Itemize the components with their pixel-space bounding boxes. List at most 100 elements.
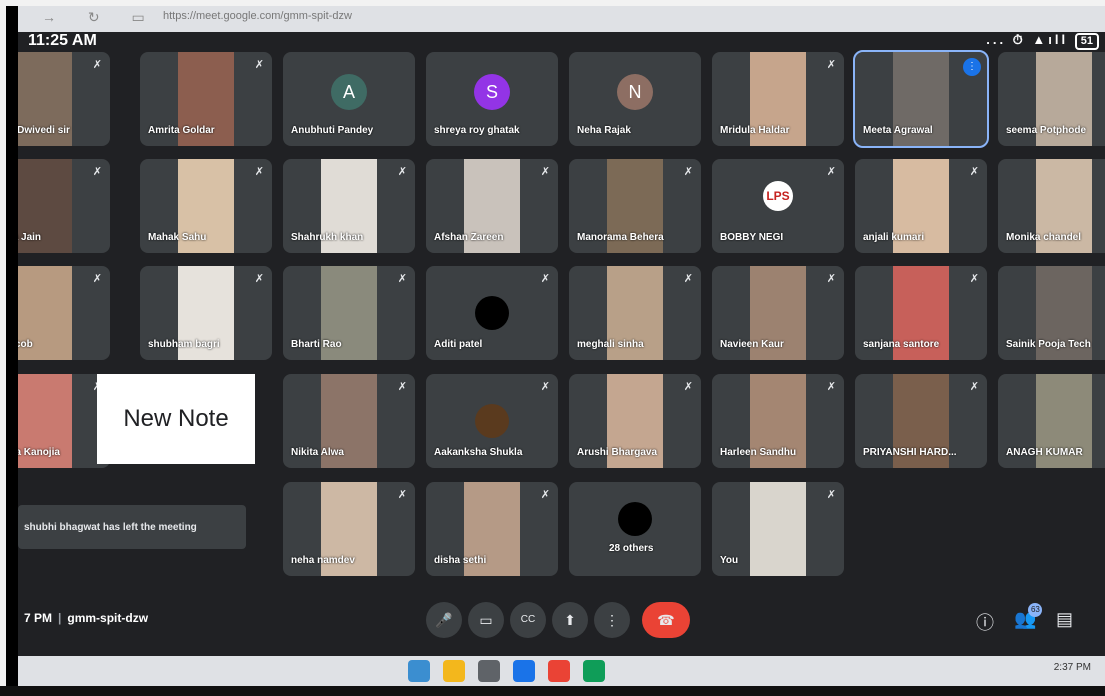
participant-name: ANAGH KUMAR: [1006, 447, 1083, 458]
participant-tile[interactable]: ✗ meghali sinha: [569, 266, 701, 360]
mic-button[interactable]: 🎤: [426, 602, 462, 638]
captions-button[interactable]: CC: [510, 602, 546, 638]
participant-tile[interactable]: ✗Monika chandel: [998, 159, 1105, 253]
participant-tile[interactable]: ⋮ Meeta Agrawal: [853, 50, 989, 148]
participant-tile[interactable]: ✗ sanjana santore: [855, 266, 987, 360]
participant-avatar: A: [331, 74, 367, 110]
participant-tile[interactable]: ✗Sainik Pooja Tech: [998, 266, 1105, 360]
participant-tile[interactable]: ✗ dhi Jacob: [18, 266, 110, 360]
participant-tile[interactable]: ✗ You: [712, 482, 844, 576]
participant-tile[interactable]: ✗ Navieen Kaur: [712, 266, 844, 360]
participant-name: Aakanksha Shukla: [434, 447, 523, 458]
participant-avatar: [475, 404, 509, 438]
mic-off-icon: ✗: [540, 489, 550, 501]
participant-tile[interactable]: ✗ Aakanksha Shukla: [426, 374, 558, 468]
mic-off-icon: ✗: [92, 59, 102, 71]
left-meeting-toast: shubhi bhagwat has left the meeting: [18, 505, 246, 549]
participant-tile[interactable]: ✗ Nikita Alwa: [283, 374, 415, 468]
participant-name: eepak Dwivedi sir: [18, 125, 70, 136]
participant-avatar: [475, 296, 509, 330]
participant-tile[interactable]: ✗ Aditi patel: [426, 266, 558, 360]
battery-icon: 51: [1074, 33, 1099, 50]
participant-name: sanjana santore: [863, 339, 940, 350]
present-button[interactable]: ⬆: [552, 602, 588, 638]
speaking-indicator-icon: ⋮: [963, 58, 981, 76]
meeting-time: 7 PM: [24, 611, 53, 625]
end-call-button[interactable]: ☎: [642, 602, 690, 638]
info-icon[interactable]: ⓘ: [976, 609, 994, 635]
people-icon[interactable]: 👥 63: [1014, 603, 1043, 630]
participant-name: Mridula Haldar: [720, 125, 790, 136]
participant-tile[interactable]: ✗ Harleen Sandhu: [712, 374, 844, 468]
mic-off-icon: ✗: [397, 489, 407, 501]
browser-nav-icons[interactable]: → ↻ ▭: [42, 9, 159, 26]
mic-off-icon: ✗: [540, 381, 550, 393]
meeting-separator: |: [58, 611, 62, 625]
participant-tile[interactable]: ✗ eepak Dwivedi sir: [18, 52, 110, 146]
participant-tile[interactable]: ✗ Arushi Bhargava: [569, 374, 701, 468]
participant-tile[interactable]: ✗ PRIYANSHI HARD...: [855, 374, 987, 468]
mic-off-icon: ✗: [826, 273, 836, 285]
mic-off-icon: ✗: [683, 381, 693, 393]
more-icon: ⋮: [605, 612, 619, 628]
taskbar-app-icon[interactable]: [443, 660, 465, 682]
new-note-popup[interactable]: New Note: [97, 374, 255, 464]
mic-off-icon: ✗: [826, 59, 836, 71]
meeting-info: 7 PM | gmm-spit-dzw: [24, 611, 148, 625]
participant-name: Monika chandel: [1006, 232, 1082, 243]
participant-tile[interactable]: ✗ Manorama Behera: [569, 159, 701, 253]
participant-name: Bharti Rao: [291, 339, 342, 350]
participant-tile[interactable]: ✗ANAGH KUMAR: [998, 374, 1105, 468]
taskbar-app-icon[interactable]: [583, 660, 605, 682]
participant-name: Amrita Goldar: [148, 125, 215, 136]
participant-name: Harleen Sandhu: [720, 447, 797, 458]
participant-tile[interactable]: ✗seema Potphode: [998, 52, 1105, 146]
participant-name: meghali sinha: [577, 339, 644, 350]
participant-tile[interactable]: ✗ Mridula Haldar: [712, 52, 844, 146]
chat-icon[interactable]: ▤: [1056, 609, 1073, 630]
meet-screen: 11:25 AM ... ⏱ ▲ıll 51 ✗ eepak Dwivedi si…: [18, 32, 1105, 656]
participant-tile[interactable]: ✗ anjali kumari: [855, 159, 987, 253]
participant-name: Neha Rajak: [577, 125, 631, 136]
meet-controls-bar: 7 PM | gmm-spit-dzw 🎤 ▭ CC ⬆ ⋮ ☎ ⓘ 👥 63 ▤: [18, 598, 1105, 642]
participant-name: Anubhuti Pandey: [291, 125, 374, 136]
participant-tile[interactable]: ✗ shubham bagri: [140, 266, 272, 360]
taskbar-app-icon[interactable]: [513, 660, 535, 682]
participant-name: Arushi Bhargava: [577, 447, 658, 458]
mic-off-icon: ✗: [540, 273, 550, 285]
photo-bottom-edge: [0, 686, 1105, 696]
url-text[interactable]: https://meet.google.com/gmm-spit-dzw: [163, 10, 352, 22]
participant-tile[interactable]: LPS ✗ BOBBY NEGI: [712, 159, 844, 253]
participant-tile[interactable]: ✗ Mahak Sahu: [140, 159, 272, 253]
participant-tile[interactable]: 28 others: [569, 482, 701, 576]
status-time: 11:25 AM: [28, 32, 97, 49]
new-note-text: New Note: [123, 405, 229, 432]
more-options-button[interactable]: ⋮: [594, 602, 630, 638]
participant-tile[interactable]: ✗ Shahrukh khan: [283, 159, 415, 253]
participant-tile[interactable]: ✗ Amrita Goldar: [140, 52, 272, 146]
participant-tile[interactable]: ✗ neha namdev: [283, 482, 415, 576]
camera-button[interactable]: ▭: [468, 602, 504, 638]
toast-text: shubhi bhagwat has left the meeting: [24, 521, 197, 533]
participant-name: neha namdev: [291, 555, 355, 566]
captions-icon: CC: [520, 614, 536, 625]
mic-off-icon: ✗: [254, 166, 264, 178]
mic-off-icon: ✗: [826, 489, 836, 501]
taskbar-app-icon[interactable]: [548, 660, 570, 682]
participant-tile[interactable]: A Anubhuti Pandey: [283, 52, 415, 146]
taskbar-app-icon[interactable]: [478, 660, 500, 682]
participant-name: Afshan Zareen: [434, 232, 504, 243]
mic-off-icon: ✗: [683, 166, 693, 178]
participant-tile[interactable]: N Neha Rajak: [569, 52, 701, 146]
taskbar-app-icon[interactable]: [408, 660, 430, 682]
meeting-code[interactable]: gmm-spit-dzw: [67, 611, 148, 625]
participant-tile[interactable]: ✗ disha sethi: [426, 482, 558, 576]
participant-tile[interactable]: Sshreya roy ghatak: [426, 52, 558, 146]
participant-name: 28 others: [609, 543, 654, 554]
participant-tile[interactable]: ✗ Bharti Rao: [283, 266, 415, 360]
mic-off-icon: ✗: [540, 166, 550, 178]
mic-off-icon: ✗: [683, 273, 693, 285]
participant-tile[interactable]: ✗ oumya Jain: [18, 159, 110, 253]
participant-tile[interactable]: ✗ Afshan Zareen: [426, 159, 558, 253]
others-avatars: [618, 502, 652, 536]
